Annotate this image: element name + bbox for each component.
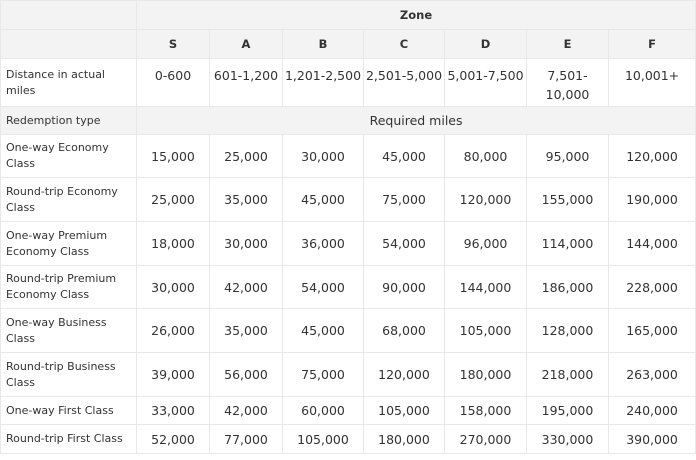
miles-cell: 35,000 xyxy=(209,308,283,353)
miles-cell: 52,000 xyxy=(136,424,210,454)
zone-header: S xyxy=(136,29,210,59)
miles-cell: 128,000 xyxy=(526,308,609,353)
miles-cell: 186,000 xyxy=(526,265,609,309)
zone-header: A xyxy=(209,29,283,59)
miles-cell: 155,000 xyxy=(526,177,609,222)
distance-cell: 601-1,200 xyxy=(209,58,283,107)
miles-cell: 190,000 xyxy=(607,177,696,222)
table-row: Round-trip Economy Class 25,000 35,000 4… xyxy=(0,177,696,222)
distance-cell: 7,501-10,000 xyxy=(526,58,609,107)
distance-cell: 1,201-2,500 xyxy=(282,58,364,107)
miles-cell: 180,000 xyxy=(363,424,445,454)
miles-cell: 56,000 xyxy=(209,352,283,397)
miles-cell: 25,000 xyxy=(209,134,283,178)
miles-cell: 80,000 xyxy=(444,134,527,178)
zone-header: F xyxy=(607,29,696,59)
miles-cell: 158,000 xyxy=(444,396,527,425)
miles-cell: 39,000 xyxy=(136,352,210,397)
row-label: One-way Premium Economy Class xyxy=(0,221,137,266)
miles-cell: 25,000 xyxy=(136,177,210,222)
miles-cell: 75,000 xyxy=(363,177,445,222)
zone-header: D xyxy=(444,29,527,59)
miles-cell: 30,000 xyxy=(136,265,210,309)
miles-cell: 42,000 xyxy=(209,396,283,425)
miles-cell: 95,000 xyxy=(526,134,609,178)
table-row: One-way Premium Economy Class 18,000 30,… xyxy=(0,221,696,266)
miles-cell: 228,000 xyxy=(607,265,696,309)
miles-cell: 42,000 xyxy=(209,265,283,309)
miles-cell: 54,000 xyxy=(282,265,364,309)
miles-cell: 165,000 xyxy=(607,308,696,353)
table-row: Round-trip Business Class 39,000 56,000 … xyxy=(0,352,696,397)
miles-cell: 33,000 xyxy=(136,396,210,425)
table-row: One-way Business Class 26,000 35,000 45,… xyxy=(0,308,696,353)
miles-cell: 240,000 xyxy=(607,396,696,425)
row-label: Distance in actual miles xyxy=(0,58,137,107)
corner-cell xyxy=(0,0,137,30)
required-miles-header: Required miles xyxy=(135,106,696,135)
miles-cell: 120,000 xyxy=(607,134,696,178)
corner-cell xyxy=(0,29,137,59)
distance-row: Distance in actual miles 0-600 601-1,200… xyxy=(0,58,696,107)
miles-cell: 60,000 xyxy=(282,396,364,425)
row-label: One-way Business Class xyxy=(0,308,137,353)
miles-cell: 18,000 xyxy=(136,221,210,266)
zone-header: E xyxy=(526,29,609,59)
miles-cell: 270,000 xyxy=(444,424,527,454)
miles-cell: 36,000 xyxy=(282,221,364,266)
row-label: Round-trip Business Class xyxy=(0,352,137,397)
miles-cell: 45,000 xyxy=(282,308,364,353)
miles-cell: 96,000 xyxy=(444,221,527,266)
miles-cell: 30,000 xyxy=(282,134,364,178)
miles-cell: 330,000 xyxy=(526,424,609,454)
row-label: Round-trip Economy Class xyxy=(0,177,137,222)
distance-cell: 10,001+ xyxy=(607,58,696,107)
miles-cell: 114,000 xyxy=(526,221,609,266)
zone-group-header: Zone xyxy=(135,0,696,30)
miles-cell: 54,000 xyxy=(363,221,445,266)
miles-cell: 218,000 xyxy=(526,352,609,397)
row-label: Round-trip Premium Economy Class xyxy=(0,265,137,309)
miles-cell: 180,000 xyxy=(444,352,527,397)
zone-header: C xyxy=(363,29,445,59)
table-row: One-way First Class 33,000 42,000 60,000… xyxy=(0,396,696,425)
miles-redemption-table: Zone S A B C D E F Distance in actual mi… xyxy=(0,0,696,454)
row-label: One-way First Class xyxy=(0,396,137,425)
table-row: One-way Economy Class 15,000 25,000 30,0… xyxy=(0,134,696,178)
row-label: Round-trip First Class xyxy=(0,424,137,454)
row-label: Redemption type xyxy=(0,106,137,135)
distance-cell: 2,501-5,000 xyxy=(363,58,445,107)
miles-cell: 144,000 xyxy=(444,265,527,309)
miles-cell: 195,000 xyxy=(526,396,609,425)
miles-cell: 77,000 xyxy=(209,424,283,454)
miles-cell: 15,000 xyxy=(136,134,210,178)
miles-cell: 26,000 xyxy=(136,308,210,353)
miles-cell: 390,000 xyxy=(607,424,696,454)
miles-cell: 30,000 xyxy=(209,221,283,266)
distance-cell: 0-600 xyxy=(136,58,210,107)
miles-cell: 35,000 xyxy=(209,177,283,222)
table-row: Round-trip Premium Economy Class 30,000 … xyxy=(0,265,696,309)
miles-cell: 90,000 xyxy=(363,265,445,309)
miles-cell: 45,000 xyxy=(363,134,445,178)
table-row: Round-trip First Class 52,000 77,000 105… xyxy=(0,424,696,454)
miles-cell: 105,000 xyxy=(363,396,445,425)
row-label: One-way Economy Class xyxy=(0,134,137,178)
miles-cell: 105,000 xyxy=(444,308,527,353)
redemption-type-row: Redemption type Required miles xyxy=(0,106,696,135)
miles-cell: 75,000 xyxy=(282,352,364,397)
miles-cell: 105,000 xyxy=(282,424,364,454)
miles-cell: 263,000 xyxy=(607,352,696,397)
miles-cell: 120,000 xyxy=(363,352,445,397)
distance-cell: 5,001-7,500 xyxy=(444,58,527,107)
miles-cell: 144,000 xyxy=(607,221,696,266)
zone-header: B xyxy=(282,29,364,59)
miles-cell: 45,000 xyxy=(282,177,364,222)
miles-cell: 120,000 xyxy=(444,177,527,222)
miles-cell: 68,000 xyxy=(363,308,445,353)
